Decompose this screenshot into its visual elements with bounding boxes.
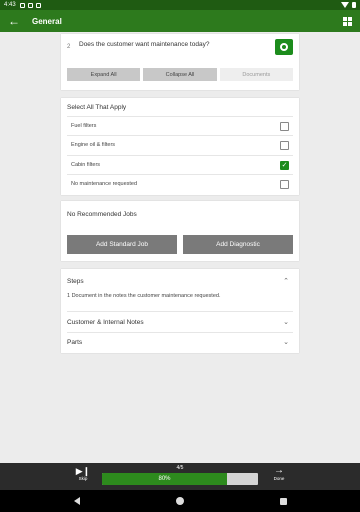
done-label: Done xyxy=(273,476,285,481)
back-arrow-icon[interactable]: ← xyxy=(8,14,24,28)
nav-home-icon[interactable] xyxy=(175,497,184,505)
expand-all-button[interactable]: Expand All xyxy=(67,68,141,81)
option-engine-oil[interactable]: Engine oil & filters xyxy=(67,135,293,154)
nav-back-icon[interactable] xyxy=(73,497,80,505)
system-nav-bar xyxy=(0,490,360,512)
option-label: Cabin filters xyxy=(71,162,101,168)
collapse-all-button[interactable]: Collapse All xyxy=(143,68,217,81)
status-time: 4:43 xyxy=(4,2,16,8)
page-title: General xyxy=(32,16,62,26)
system-icons xyxy=(341,2,356,8)
option-label: Engine oil & filters xyxy=(71,142,116,148)
camera-button[interactable] xyxy=(275,39,293,55)
notes-label: Customer & Internal Notes xyxy=(67,318,144,326)
status-bar: 4:43 xyxy=(0,0,360,10)
wifi-icon xyxy=(341,2,349,8)
option-cabin-filters[interactable]: Cabin filters ✓ xyxy=(67,155,293,174)
page-indicator: 4/5 xyxy=(176,465,184,471)
steps-header[interactable]: Steps ⌃ xyxy=(67,271,293,291)
battery-icon xyxy=(352,2,356,8)
step-item: 1 Document in the notes the customer mai… xyxy=(67,293,221,299)
nav-recents-icon[interactable] xyxy=(279,497,287,505)
option-label: No maintenance requested xyxy=(71,181,138,187)
add-diagnostic-button[interactable]: Add Diagnostic xyxy=(183,235,293,254)
option-label: Fuel filters xyxy=(71,123,97,129)
checkbox[interactable] xyxy=(280,179,289,189)
bottom-bar: ▶❙ Skip 4/5 80% → Done xyxy=(0,463,360,490)
arrow-right-icon: → xyxy=(274,465,284,476)
notification-icon xyxy=(27,2,33,8)
question-text: Does the customer want maintenance today… xyxy=(79,41,210,48)
chevron-down-icon: ⌄ xyxy=(283,339,289,346)
question-card: 2 Does the customer want maintenance tod… xyxy=(61,34,299,90)
notes-header[interactable]: Customer & Internal Notes ⌄ xyxy=(67,312,293,332)
checkbox[interactable] xyxy=(280,140,289,150)
question-actions: Expand All Collapse All Documents xyxy=(67,68,293,81)
recommended-jobs-text: No Recommended Jobs xyxy=(67,211,137,218)
parts-header[interactable]: Parts ⌄ xyxy=(67,332,293,352)
checkbox[interactable] xyxy=(280,121,289,131)
documents-button[interactable]: Documents xyxy=(219,68,293,81)
select-all-card: Select All That Apply Fuel filters Engin… xyxy=(61,98,299,195)
done-button[interactable]: → Done xyxy=(268,465,290,482)
add-standard-job-button[interactable]: Add Standard Job xyxy=(67,235,177,254)
option-fuel-filters[interactable]: Fuel filters xyxy=(67,116,293,135)
notification-icon xyxy=(35,2,41,8)
skip-label: Skip xyxy=(78,476,88,481)
notification-icons xyxy=(19,2,41,8)
app-bar: ← General xyxy=(0,10,360,32)
select-all-heading: Select All That Apply xyxy=(67,104,127,111)
question-number: 2 xyxy=(67,44,71,50)
chevron-up-icon: ⌃ xyxy=(283,278,289,285)
recommended-jobs-card: No Recommended Jobs Add Standard Job Add… xyxy=(61,201,299,261)
progress-bar: 80% xyxy=(102,473,258,485)
grid-menu-icon[interactable] xyxy=(343,16,352,26)
details-card: Steps ⌃ 1 Document in the notes the cust… xyxy=(61,269,299,353)
notification-icon xyxy=(19,2,25,8)
skip-next-icon: ▶❙ xyxy=(75,466,91,476)
checkmark-icon: ✓ xyxy=(281,161,288,169)
camera-icon xyxy=(280,43,288,51)
chevron-down-icon: ⌄ xyxy=(283,319,289,326)
option-no-maintenance[interactable]: No maintenance requested xyxy=(67,174,293,193)
steps-label: Steps xyxy=(67,277,84,285)
skip-button[interactable]: ▶❙ Skip xyxy=(72,466,94,481)
recommended-actions: Add Standard Job Add Diagnostic xyxy=(67,235,293,254)
progress-label: 80% xyxy=(158,476,171,482)
parts-label: Parts xyxy=(67,338,83,346)
checkbox-checked[interactable]: ✓ xyxy=(280,160,289,170)
